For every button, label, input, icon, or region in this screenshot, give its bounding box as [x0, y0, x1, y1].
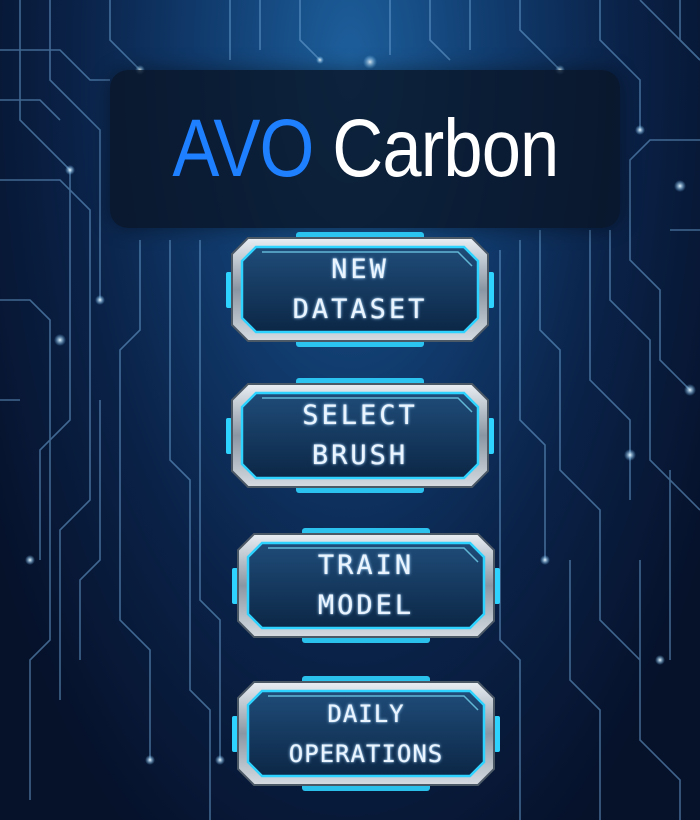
- daily-operations-button[interactable]: DAILY OPERATIONS: [232, 676, 500, 791]
- select-brush-button[interactable]: SELECT BRUSH: [226, 378, 494, 493]
- train-model-button[interactable]: TRAIN MODEL: [232, 528, 500, 643]
- main-menu-screen: AVO Carbon NEW DATASET SELECT BRUSH TRAI…: [0, 0, 700, 820]
- new-dataset-label: NEW DATASET: [292, 253, 428, 325]
- app-title: AVO Carbon: [172, 108, 559, 190]
- train-model-label: TRAIN MODEL: [317, 549, 415, 621]
- title-panel: AVO Carbon: [110, 70, 620, 228]
- title-rest: Carbon: [331, 103, 559, 194]
- select-brush-label: SELECT BRUSH: [302, 399, 418, 471]
- daily-operations-label: DAILY OPERATIONS: [288, 699, 444, 768]
- title-brand: AVO: [171, 103, 314, 194]
- new-dataset-button[interactable]: NEW DATASET: [226, 232, 494, 347]
